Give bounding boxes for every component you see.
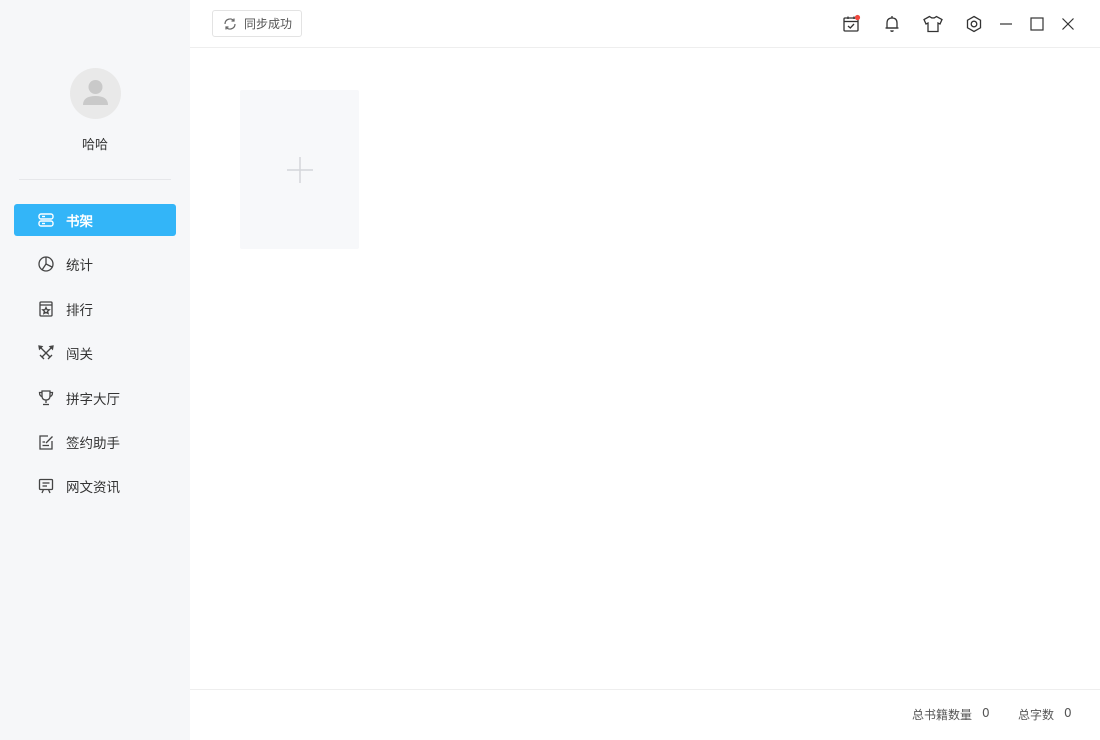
plus-icon — [286, 156, 313, 183]
sidebar-item-label: 排行 — [66, 302, 93, 319]
contract-edit-icon — [37, 433, 55, 451]
sidebar-item-label: 统计 — [66, 258, 93, 275]
total-words-stat: 总字数 0 — [1018, 706, 1072, 723]
sidebar-item-web-novel-news[interactable]: 网文资讯 — [14, 470, 176, 502]
total-words-value: 0 — [1064, 706, 1072, 720]
maximize-icon[interactable] — [1025, 12, 1049, 36]
sidebar-item-label: 网文资讯 — [66, 480, 120, 497]
sidebar-item-typing-hall[interactable]: 拼字大厅 — [14, 382, 176, 414]
bookshelf-icon — [37, 211, 55, 229]
sidebar: 哈哈 书架 统计 排行 闯关 拼字大厅 签约助手 网文资讯 — [0, 0, 190, 740]
settings-icon[interactable] — [962, 12, 986, 36]
bell-icon[interactable] — [880, 12, 904, 36]
total-words-label: 总字数 — [1018, 708, 1055, 722]
sidebar-item-label: 签约助手 — [66, 435, 120, 452]
status-footer: 总书籍数量 0 总字数 0 — [190, 689, 1100, 740]
pie-chart-icon — [37, 255, 55, 273]
news-board-icon — [37, 477, 55, 495]
user-avatar-icon — [83, 80, 108, 105]
total-books-stat: 总书籍数量 0 — [912, 706, 990, 723]
sidebar-divider — [19, 179, 171, 180]
crossed-swords-icon — [37, 344, 55, 362]
total-books-value: 0 — [982, 706, 990, 720]
sidebar-item-statistics[interactable]: 统计 — [14, 248, 176, 280]
ranking-icon — [37, 300, 55, 318]
sidebar-item-label: 闯关 — [66, 347, 93, 364]
sidebar-item-contract-assistant[interactable]: 签约助手 — [14, 426, 176, 458]
sidebar-item-label: 书架 — [66, 214, 93, 230]
close-icon[interactable] — [1056, 12, 1080, 36]
sidebar-item-bookshelf[interactable]: 书架 — [14, 204, 176, 236]
minimize-icon[interactable] — [994, 12, 1018, 36]
calendar-check-icon[interactable] — [839, 12, 863, 36]
tshirt-icon[interactable] — [921, 12, 945, 36]
trophy-icon — [37, 389, 55, 407]
avatar[interactable] — [70, 68, 121, 119]
username: 哈哈 — [81, 138, 108, 153]
total-books-label: 总书籍数量 — [912, 708, 973, 722]
sidebar-nav: 书架 统计 排行 闯关 拼字大厅 签约助手 网文资讯 — [14, 204, 176, 515]
sidebar-item-challenge[interactable]: 闯关 — [14, 337, 176, 369]
top-toolbar: 同步成功 — [190, 0, 1100, 48]
sidebar-item-ranking[interactable]: 排行 — [14, 293, 176, 325]
window-controls — [190, 12, 1100, 36]
add-book-card[interactable] — [240, 90, 359, 249]
sidebar-item-label: 拼字大厅 — [66, 391, 120, 408]
